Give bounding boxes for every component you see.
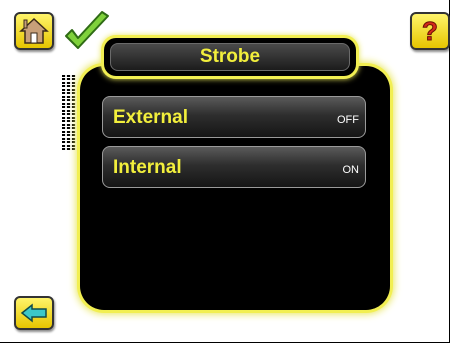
back-arrow-icon xyxy=(20,303,47,323)
setting-value: ON xyxy=(342,164,360,176)
back-button[interactable] xyxy=(14,296,54,330)
setting-value: OFF xyxy=(337,114,359,126)
setting-label: External xyxy=(113,107,188,128)
svg-text:?: ? xyxy=(422,17,438,45)
barcode-graphic xyxy=(62,74,76,150)
title-tab: Strobe xyxy=(104,38,356,76)
setting-row-internal[interactable]: Internal ON xyxy=(102,146,366,188)
setting-label: Internal xyxy=(113,157,182,178)
home-button[interactable] xyxy=(14,12,54,50)
question-mark-icon: ? xyxy=(422,17,439,45)
page-title: Strobe xyxy=(110,43,350,71)
help-button[interactable]: ? xyxy=(410,12,450,50)
home-icon xyxy=(19,17,49,44)
setting-row-external[interactable]: External OFF xyxy=(102,96,366,138)
